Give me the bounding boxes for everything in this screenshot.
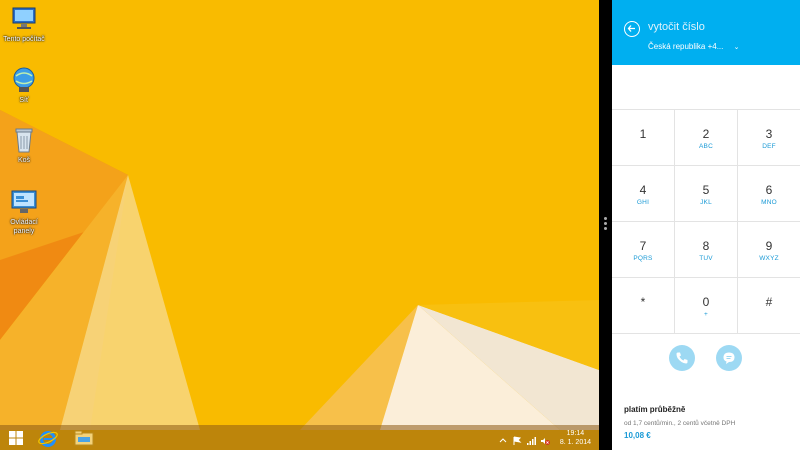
desktop-icon-label: Síť — [19, 97, 29, 104]
desktop-icon-label: Ovládací panely — [10, 219, 38, 235]
desktop-icon-recycle-bin[interactable]: Koš — [0, 126, 48, 165]
dialpad-key-5[interactable]: 5 JKL — [675, 166, 738, 221]
dialpad: 1 2 ABC 3 DEF 4 GHI 5 JKL 6 MNO 7 PQRS 8 TUV 9 W… — [612, 109, 800, 334]
dialpad-key-2[interactable]: 2 ABC — [675, 110, 738, 165]
message-button[interactable] — [716, 345, 742, 371]
back-button[interactable] — [624, 21, 640, 37]
key-letters: + — [704, 311, 708, 318]
credit-balance: 10,08 € — [624, 431, 651, 440]
control-panel-icon — [11, 190, 37, 213]
file-explorer-icon — [74, 430, 94, 445]
network-icon — [13, 67, 35, 92]
country-selector[interactable]: Česká republika +4... ⌄ — [648, 42, 739, 51]
dialpad-key-3[interactable]: 3 DEF — [738, 110, 800, 165]
dialpad-key-4[interactable]: 4 GHI — [612, 166, 675, 221]
key-digit: 4 — [639, 183, 647, 197]
chevron-down-icon: ⌄ — [733, 44, 740, 51]
dialpad-key-8[interactable]: 8 TUV — [675, 222, 738, 277]
start-icon — [9, 430, 23, 445]
desktop-icon-network[interactable]: Síť — [0, 66, 48, 105]
rate-plan-description: od 1,7 centů/min., 2 centů včetně DPH — [624, 420, 736, 427]
chat-bubble-icon — [723, 352, 735, 364]
key-letters: PQRS — [633, 255, 653, 262]
desktop-icon-label: Tento počítač — [3, 36, 45, 43]
desktop-icon-computer[interactable]: Tento počítač — [0, 5, 48, 44]
dialpad-key-0[interactable]: 0 + — [675, 278, 738, 333]
wallpaper — [0, 0, 599, 450]
snap-splitter[interactable] — [599, 0, 612, 450]
country-selector-label: Česká republika +4... — [648, 42, 724, 51]
network-signal-icon[interactable] — [526, 433, 536, 445]
desktop: Tento počítač Síť Koš Ovládací panely 19… — [0, 0, 599, 450]
key-letters: MNO — [761, 199, 777, 206]
dialpad-key-1[interactable]: 1 — [612, 110, 675, 165]
key-digit: 3 — [765, 127, 773, 141]
splitter-grip-handle[interactable] — [603, 215, 608, 235]
skype-header: vytočit číslo Česká republika +4... ⌄ — [612, 0, 800, 65]
taskbar-file-explorer[interactable] — [68, 425, 100, 450]
rate-plan-title: platím průběžně — [624, 405, 686, 414]
key-digit: 5 — [702, 183, 710, 197]
key-letters: DEF — [762, 143, 776, 150]
dialpad-key-9[interactable]: 9 WXYZ — [738, 222, 800, 277]
call-button[interactable] — [669, 345, 695, 371]
key-letters: TUV — [699, 255, 713, 262]
taskbar-internet-explorer[interactable] — [32, 425, 64, 450]
phone-icon — [676, 352, 688, 364]
key-digit: * — [640, 295, 646, 309]
key-digit: 2 — [702, 127, 710, 141]
key-digit: 7 — [639, 239, 647, 253]
desktop-icon-control-panel[interactable]: Ovládací panely — [0, 188, 48, 236]
key-letters: GHI — [636, 199, 650, 206]
show-hidden-icons-icon[interactable] — [498, 433, 508, 443]
key-digit: 8 — [702, 239, 710, 253]
clock-time: 19:14 — [566, 429, 585, 437]
action-center-flag-icon[interactable] — [512, 433, 522, 445]
key-digit: 9 — [765, 239, 773, 253]
dialpad-key-star[interactable]: * — [612, 278, 675, 333]
key-letters: ABC — [699, 143, 713, 150]
dialpad-key-hash[interactable]: # — [738, 278, 800, 333]
key-digit: 1 — [639, 127, 647, 141]
desktop-icon-label: Koš — [17, 157, 31, 164]
clock-date: 8. 1. 2014 — [559, 438, 591, 446]
key-digit: 0 — [702, 295, 710, 309]
taskbar: 19:14 8. 1. 2014 — [0, 425, 599, 450]
key-letters: WXYZ — [759, 255, 779, 262]
internet-explorer-icon — [38, 430, 58, 447]
skype-dialpad-panel: vytočit číslo Česká republika +4... ⌄ 1 … — [612, 0, 800, 450]
system-tray: 19:14 8. 1. 2014 — [498, 425, 591, 450]
page-title: vytočit číslo — [648, 21, 705, 33]
recycle-bin-icon — [15, 128, 33, 153]
computer-icon — [12, 7, 36, 29]
start-button[interactable] — [0, 425, 32, 450]
clock[interactable]: 19:14 8. 1. 2014 — [560, 429, 591, 447]
arrow-left-icon — [627, 25, 635, 32]
volume-muted-icon[interactable] — [540, 433, 550, 445]
dialpad-key-6[interactable]: 6 MNO — [738, 166, 800, 221]
dialpad-key-7[interactable]: 7 PQRS — [612, 222, 675, 277]
key-letters: JKL — [700, 199, 712, 206]
key-digit: # — [765, 295, 773, 309]
key-digit: 6 — [765, 183, 773, 197]
